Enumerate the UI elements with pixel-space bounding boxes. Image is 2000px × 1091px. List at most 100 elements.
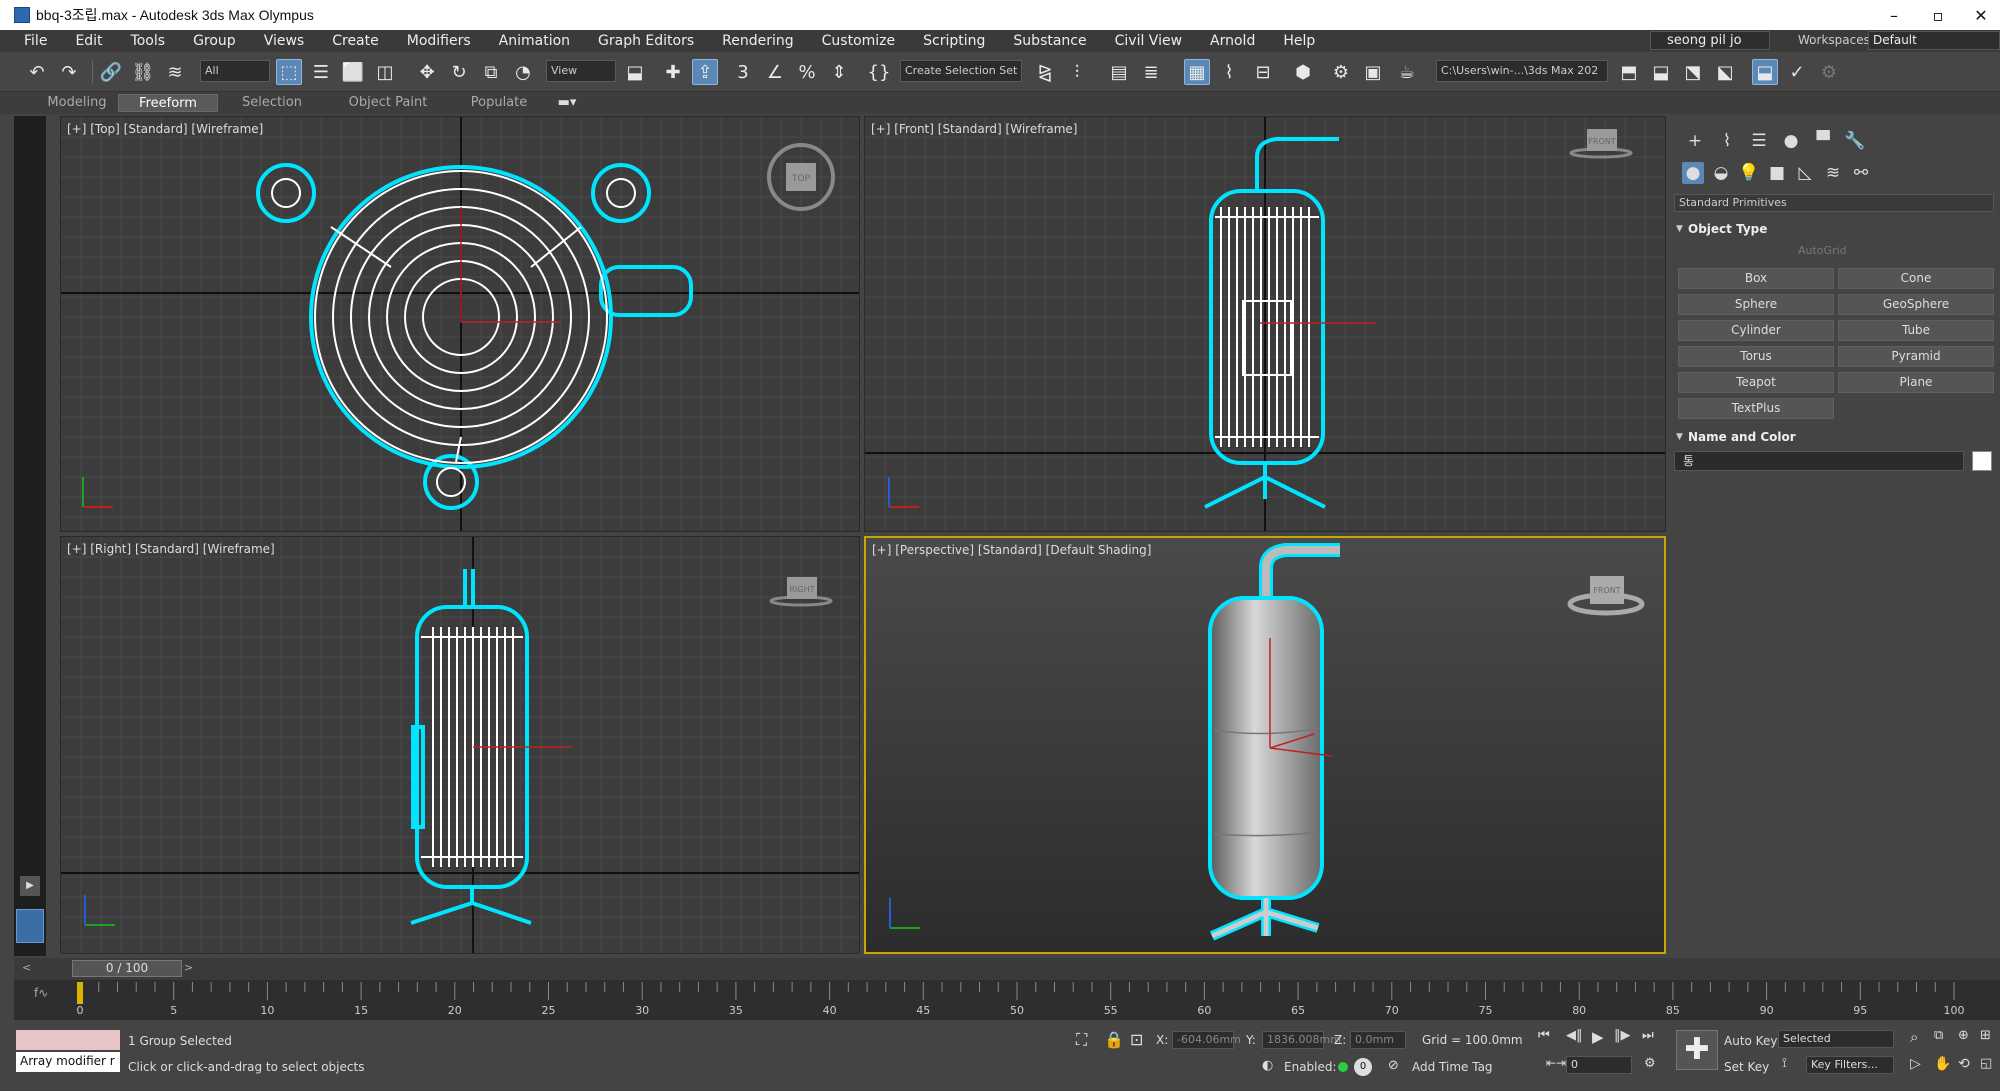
play-icon[interactable]: ▶ [1592,1028,1604,1046]
viewport-label-top[interactable]: [+] [Top] [Standard] [Wireframe] [67,122,263,136]
create-tab-icon[interactable]: + [1684,130,1706,152]
cylinder-button[interactable]: Cylinder [1678,320,1834,341]
object-name-field[interactable]: 통 [1674,451,1964,471]
align-icon[interactable]: ⫶ [1064,59,1090,85]
menu-create[interactable]: Create [318,33,393,49]
zoom-extents-icon[interactable]: ⊕ [1958,1028,1969,1043]
set-key-button[interactable]: Set Key [1724,1060,1769,1074]
orbit-icon[interactable]: ⟲ [1958,1056,1970,1072]
teapot-button[interactable]: Teapot [1678,372,1834,393]
current-frame-field[interactable]: 0 [1566,1056,1632,1074]
lights-icon[interactable]: 💡 [1738,162,1760,184]
object-type-rollout[interactable]: ▼ Object Type [1674,220,1994,238]
time-slider-next-icon[interactable]: > [184,961,193,974]
ribbon-tab-freeform[interactable]: Freeform [118,94,218,112]
track-bar[interactable]: f∿ 0 5 10 15 20 25 30 35 40 45 50 55 60 65 70 75 80 85 90 9… [14,980,2000,1020]
auto-key-button[interactable]: Auto Key [1724,1034,1777,1048]
close-button[interactable]: ✕ [1958,0,2000,30]
ref-coord-dropdown[interactable]: View [546,60,616,82]
menu-animation[interactable]: Animation [485,33,584,49]
rotate-icon[interactable]: ↻ [446,59,472,85]
project-path-dropdown[interactable]: C:\Users\win-...\3ds Max 202 [1436,60,1608,82]
autogrid-checkbox[interactable]: AutoGrid [1798,244,1847,257]
spinner-snap-icon[interactable]: ⇕ [826,59,852,85]
torus-button[interactable]: Torus [1678,346,1834,367]
menu-substance[interactable]: Substance [999,33,1100,49]
primitive-category-dropdown[interactable]: Standard Primitives [1674,194,1994,212]
zoom-icon[interactable]: ⌕ [1910,1028,1918,1046]
selection-filter-dropdown[interactable]: All [200,60,270,82]
menu-scripting[interactable]: Scripting [909,33,999,49]
key-filters-button[interactable]: Key Filters... [1806,1056,1894,1074]
user-account-dropdown[interactable]: seong pil jo [1650,31,1770,50]
time-config-icon[interactable]: ⚙ [1644,1056,1656,1071]
motion-tab-icon[interactable]: ● [1780,130,1802,152]
viewport-top[interactable]: [+] [Top] [Standard] [Wireframe] TOP [60,116,860,532]
material-editor-icon[interactable]: ⬢ [1290,59,1316,85]
systems-icon[interactable]: ⚯ [1850,162,1872,184]
helpers-icon[interactable]: ◺ [1794,162,1816,184]
name-and-color-rollout[interactable]: ▼ Name and Color [1674,428,1994,446]
pyramid-button[interactable]: Pyramid [1838,346,1994,367]
check-icon[interactable]: ✓ [1784,59,1810,85]
key-mode-icon[interactable]: ⇤⇥ [1546,1056,1566,1070]
zoom-extents-all-icon[interactable]: ⊞ [1980,1028,1991,1043]
menu-views[interactable]: Views [250,33,319,49]
undo-icon[interactable]: ↶ [24,59,50,85]
modify-tab-icon[interactable]: ⌇ [1716,130,1738,152]
box-button[interactable]: Box [1678,268,1834,289]
z-coordinate-field[interactable]: 0.0mm [1350,1031,1406,1049]
next-frame-icon[interactable]: ‖▶ [1614,1028,1631,1043]
mirror-icon[interactable]: ⧎ [1032,59,1058,85]
go-to-start-icon[interactable]: ⏮ [1538,1028,1550,1043]
geosphere-button[interactable]: GeoSphere [1838,294,1994,315]
menu-customize[interactable]: Customize [808,33,910,49]
rendered-frame-icon[interactable]: ▣ [1360,59,1386,85]
add-time-tag-button[interactable]: Add Time Tag [1412,1060,1493,1074]
save-as-icon[interactable]: ⬔ [1680,59,1706,85]
geometry-icon[interactable]: ● [1682,162,1704,184]
save-active-icon[interactable]: ⬓ [1752,59,1778,85]
select-manipulate-icon[interactable]: ✚ [660,59,686,85]
viewport-label-right[interactable]: [+] [Right] [Standard] [Wireframe] [67,542,275,556]
menu-tools[interactable]: Tools [117,33,180,49]
expand-layout-icon[interactable]: ▶ [20,876,40,896]
open-icon[interactable]: ⬓ [1648,59,1674,85]
go-to-end-icon[interactable]: ⏭ [1642,1028,1654,1043]
save-icon[interactable]: ⬒ [1616,59,1642,85]
edit-named-sets-icon[interactable]: {} [866,59,892,85]
plane-button[interactable]: Plane [1838,372,1994,393]
ribbon-tab-object-paint[interactable]: Object Paint [338,94,438,112]
pivot-center-icon[interactable]: ⬓ [622,59,648,85]
minimize-button[interactable]: – [1871,0,1917,30]
select-by-name-icon[interactable]: ☰ [308,59,334,85]
sphere-button[interactable]: Sphere [1678,294,1834,315]
restore-button[interactable]: ▫ [1915,0,1961,30]
viewport-right[interactable]: [+] [Right] [Standard] [Wireframe] RIGHT [60,536,860,954]
viewport-front[interactable]: [+] [Front] [Standard] [Wireframe] FRONT [864,116,1666,532]
viewport-layout-icon[interactable] [16,909,44,943]
schematic-view-icon[interactable]: ⊟ [1250,59,1276,85]
absolute-mode-icon[interactable]: ⊡ [1130,1030,1143,1049]
keyboard-shortcut-override-icon[interactable]: ⇪ [692,59,718,85]
cone-button[interactable]: Cone [1838,268,1994,289]
time-slider-prev-icon[interactable]: < [22,961,31,974]
y-coordinate-field[interactable]: 1836.008mm [1262,1031,1341,1049]
zoom-all-icon[interactable]: ⧉ [1934,1028,1943,1043]
snaps-toggle-icon[interactable]: 3 [730,59,756,85]
menu-arnold[interactable]: Arnold [1196,33,1269,49]
menu-rendering[interactable]: Rendering [708,33,808,49]
shapes-icon[interactable]: ◒ [1710,162,1732,184]
scale-icon[interactable]: ⧉ [478,59,504,85]
key-filters-icon[interactable]: ⟟ [1782,1056,1787,1071]
percent-snap-icon[interactable]: % [794,59,820,85]
placement-icon[interactable]: ◔ [510,59,536,85]
toggle-scene-explorer-icon[interactable]: ▤ [1106,59,1132,85]
viewcube-perspective[interactable]: FRONT [1567,576,1645,616]
ribbon-tab-selection[interactable]: Selection [232,94,312,112]
export-icon[interactable]: ⬕ [1712,59,1738,85]
time-slider[interactable]: < 0 / 100 > [14,958,2000,980]
menu-group[interactable]: Group [179,33,250,49]
maximize-viewport-icon[interactable]: ◱ [1980,1056,1992,1071]
zero-badge[interactable]: 0 [1354,1058,1372,1076]
